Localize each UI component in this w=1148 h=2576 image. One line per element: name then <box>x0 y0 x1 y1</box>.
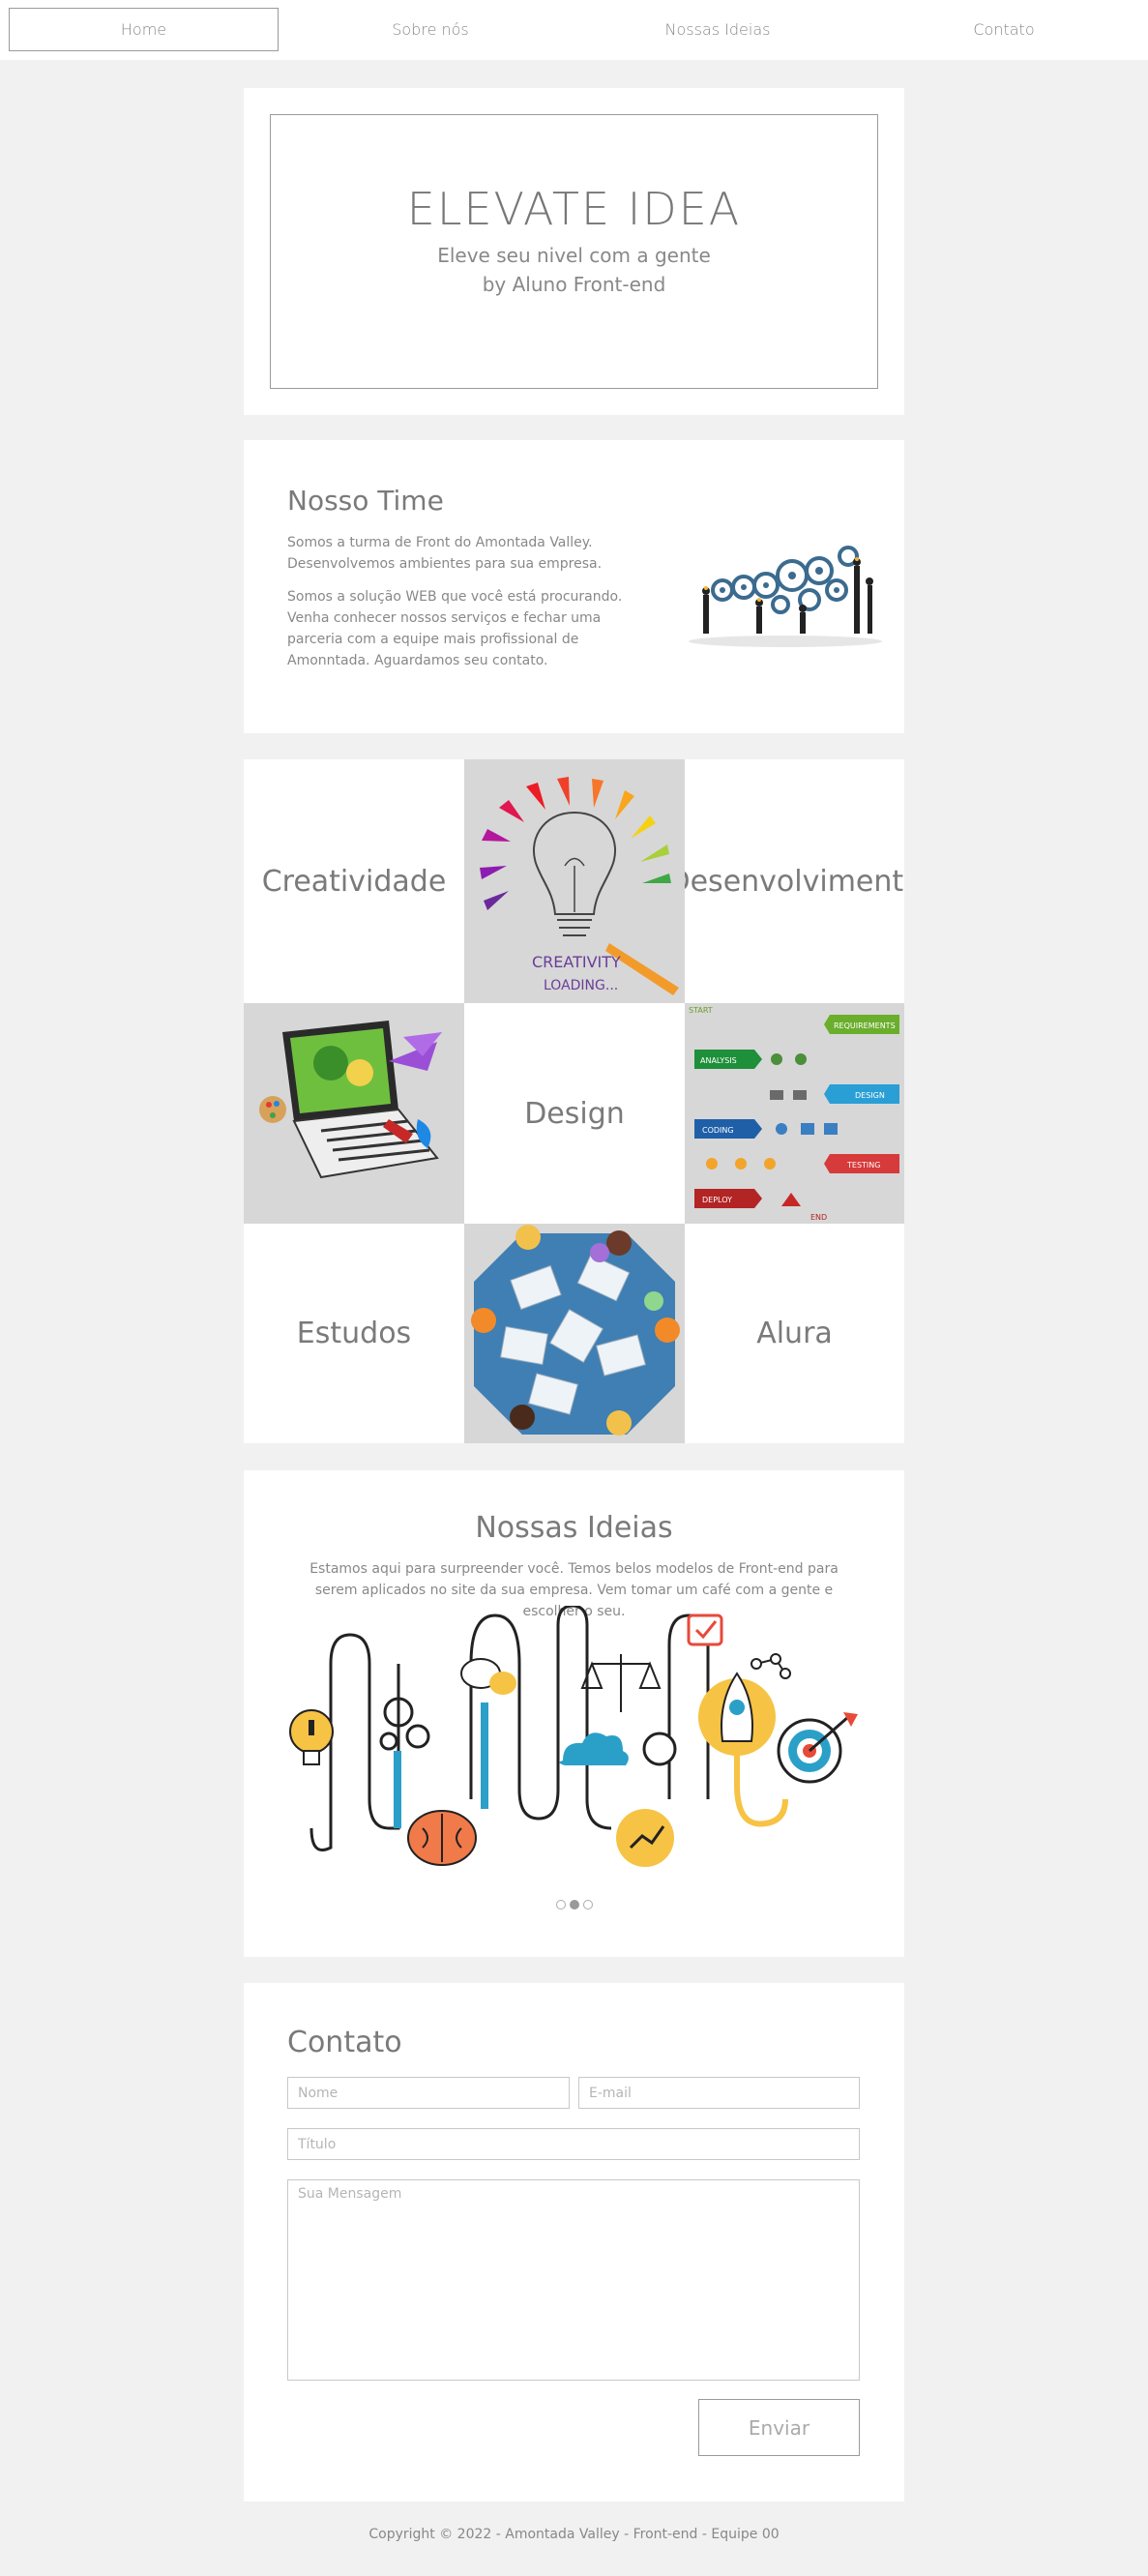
subject-field[interactable] <box>287 2128 860 2160</box>
team-paragraph-2: Somos a solução WEB que você está procur… <box>287 589 623 668</box>
svg-text:REQUIREMENTS: REQUIREMENTS <box>834 1022 896 1030</box>
ideas-section: Nossas Ideias Estamos aqui para surpreen… <box>244 1470 904 1957</box>
svg-text:CREATIVITY: CREATIVITY <box>532 953 621 971</box>
hero-frame: ELEVATE IDEA Eleve seu nivel com a gente… <box>270 114 878 389</box>
hero-title: ELEVATE IDEA <box>406 183 742 235</box>
target-icon <box>777 1712 858 1784</box>
hero-subtitle: Eleve seu nivel com a gente <box>437 244 711 267</box>
scale-icon <box>580 1654 662 1712</box>
nav-home[interactable]: Home <box>9 8 279 51</box>
lightbulb-icon: CREATIVITY LOADING... <box>480 777 679 995</box>
design-laptop-image <box>244 1003 464 1224</box>
send-button[interactable]: Enviar <box>698 2399 860 2456</box>
svg-text:END: END <box>810 1213 827 1222</box>
svg-text:DESIGN: DESIGN <box>855 1091 885 1100</box>
lightbulb-icon <box>289 1709 334 1765</box>
name-field[interactable] <box>287 2077 570 2109</box>
team-table-image <box>464 1224 685 1443</box>
carousel-dots <box>244 1900 904 1910</box>
brain-icon <box>407 1810 477 1866</box>
team-title: Nosso Time <box>287 485 444 517</box>
contact-title: Contato <box>287 2026 402 2059</box>
laptop-icon <box>259 1021 442 1179</box>
process-steps-image: START REQUIREMENTS ANALYSIS DESIGN CODIN… <box>685 1003 904 1224</box>
grid-desenvolvimento: Desenvolvimento <box>685 759 904 1003</box>
hero-section: ELEVATE IDEA Eleve seu nivel com a gente… <box>244 88 904 415</box>
nav-sobre-nos[interactable]: Sobre nós <box>295 8 566 51</box>
svg-text:DEPLOY: DEPLOY <box>702 1196 732 1204</box>
checklist-icon <box>687 1614 723 1646</box>
carousel-dot-2[interactable] <box>569 1900 579 1910</box>
nav-contato[interactable]: Contato <box>868 8 1139 51</box>
ideas-carousel-illustration[interactable] <box>282 1606 863 1867</box>
nav-nossas-ideias[interactable]: Nossas Ideias <box>582 8 853 51</box>
top-nav: Home Sobre nós Nossas Ideias Contato <box>0 0 1148 60</box>
grid-design: Design <box>464 1003 685 1224</box>
svg-text:LOADING...: LOADING... <box>544 978 618 993</box>
svg-text:START: START <box>689 1006 713 1015</box>
features-grid: Creatividade CREATIVITY LOADING... esenv… <box>244 759 904 1443</box>
svg-text:ANALYSIS: ANALYSIS <box>700 1056 737 1065</box>
grid-estudos: Estudos <box>244 1224 464 1443</box>
grid-alura: Alura <box>685 1224 904 1443</box>
message-field[interactable] <box>287 2179 860 2381</box>
svg-text:CODING: CODING <box>702 1126 734 1135</box>
svg-text:TESTING: TESTING <box>846 1161 880 1170</box>
email-field[interactable] <box>578 2077 860 2109</box>
carousel-dot-1[interactable] <box>555 1900 566 1910</box>
carousel-dot-3[interactable] <box>582 1900 593 1910</box>
footer-copyright: Copyright © 2022 - Amontada Valley - Fro… <box>368 2527 780 2542</box>
team-paragraph-1: Somos a turma de Front do Amontada Valle… <box>287 535 603 572</box>
gear-icon <box>379 1697 430 1751</box>
contact-section: Contato Enviar <box>244 1983 904 2502</box>
meeting-table-icon <box>471 1225 680 1436</box>
team-section: Nosso Time Somos a turma de Front do Amo… <box>244 440 904 733</box>
grid-creatividade: Creatividade <box>244 759 464 1003</box>
hero-byline: by Aluno Front-end <box>482 273 666 296</box>
network-icon <box>751 1653 791 1679</box>
creativity-bulb-image: CREATIVITY LOADING... <box>464 759 685 1003</box>
team-gears-illustration <box>689 546 882 647</box>
cloud-icon <box>559 1732 629 1765</box>
team-text: Somos a turma de Front do Amontada Valle… <box>287 532 660 671</box>
ideas-title: Nossas Ideias <box>475 1511 673 1545</box>
clock-icon <box>642 1732 677 1766</box>
workflow-icon: START REQUIREMENTS ANALYSIS DESIGN CODIN… <box>689 1006 899 1222</box>
